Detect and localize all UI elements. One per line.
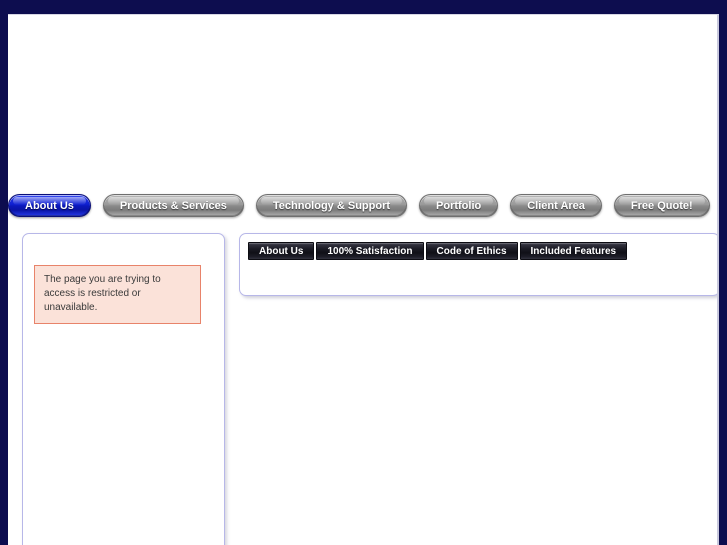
nav-item-label: Technology & Support [272, 200, 391, 212]
subtab-100-satisfaction[interactable]: 100% Satisfaction [316, 242, 424, 260]
main-content-panel: About Us 100% Satisfaction Code of Ethic… [239, 233, 717, 296]
subtab-bar: About Us 100% Satisfaction Code of Ethic… [248, 242, 629, 260]
subtab-label: About Us [259, 246, 304, 257]
nav-item-label: Portfolio [436, 200, 482, 212]
subtab-label: 100% Satisfaction [327, 246, 413, 257]
sidebar-panel: The page you are trying to access is res… [22, 233, 225, 545]
nav-item-free-quote[interactable]: Free Quote! [613, 194, 710, 217]
nav-item-label: About Us [25, 200, 74, 212]
nav-item-products-services[interactable]: Products & Services [102, 194, 244, 217]
subtab-included-features[interactable]: Included Features [519, 242, 628, 260]
nav-item-client-area[interactable]: Client Area [510, 194, 602, 217]
nav-item-technology-support[interactable]: Technology & Support [255, 194, 408, 217]
nav-item-about-us[interactable]: About Us [8, 194, 91, 217]
nav-item-label: Client Area [527, 200, 585, 212]
subtab-code-of-ethics[interactable]: Code of Ethics [425, 242, 518, 260]
primary-navigation: About Us Products & Services Technology … [8, 194, 717, 226]
subtab-about-us[interactable]: About Us [248, 242, 315, 260]
nav-item-label: Free Quote! [630, 200, 693, 212]
site-banner [8, 15, 717, 183]
page-frame: About Us Products & Services Technology … [8, 14, 719, 545]
nav-item-portfolio[interactable]: Portfolio [419, 194, 499, 217]
subtab-label: Included Features [530, 246, 617, 257]
body-area: The page you are trying to access is res… [8, 226, 717, 545]
alert-message: The page you are trying to access is res… [44, 274, 161, 313]
subtab-label: Code of Ethics [436, 246, 507, 257]
nav-item-label: Products & Services [119, 200, 227, 212]
restricted-page-alert: The page you are trying to access is res… [34, 265, 201, 324]
